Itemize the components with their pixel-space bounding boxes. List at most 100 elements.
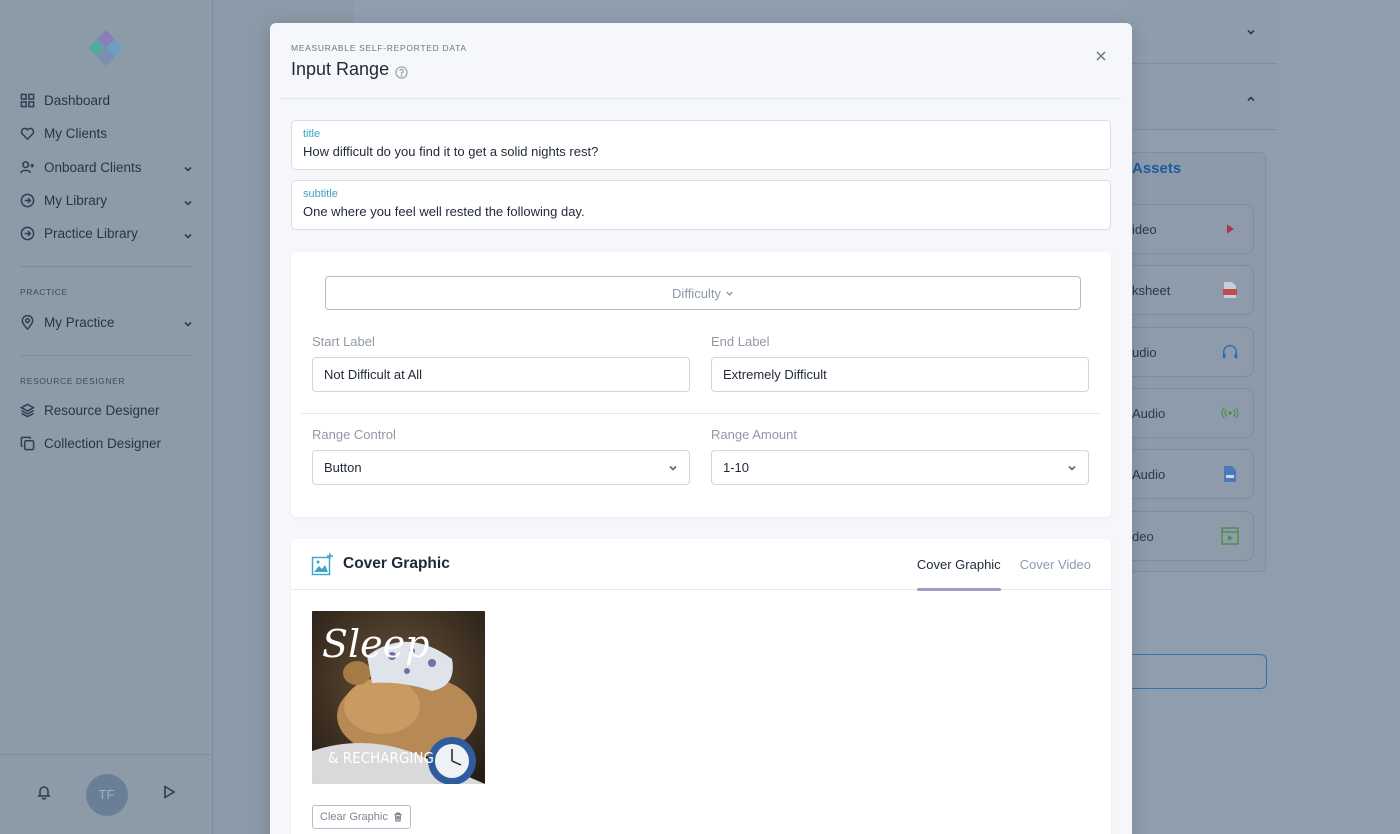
start-label-value: Not Difficult at All: [324, 367, 423, 382]
chevron-down-icon: [669, 465, 677, 471]
scale-dropdown[interactable]: Difficulty: [325, 276, 1081, 310]
subtitle-field-label: subtitle: [303, 188, 338, 200]
start-label-input[interactable]: Not Difficult at All: [312, 357, 690, 392]
cover-graphic-card: Cover Graphic Cover Graphic Cover Video: [291, 539, 1111, 834]
sidebar-item-resource-designer[interactable]: Resource Designer: [0, 394, 213, 427]
sidebar-item-label: My Clients: [44, 126, 108, 142]
avatar[interactable]: TF: [85, 773, 128, 816]
sidebar-item-label: My Library: [44, 193, 108, 209]
audio-file-icon: [1221, 465, 1239, 483]
sidebar-item-onboard-clients[interactable]: Onboard Clients: [0, 151, 213, 184]
clear-graphic-label: Clear Graphic: [320, 811, 388, 823]
asset-item: deo: [1132, 511, 1254, 561]
asset-item: Audio: [1132, 449, 1254, 499]
title-field-value[interactable]: How difficult do you find it to get a so…: [303, 144, 1099, 159]
chevron-down-icon[interactable]: [183, 196, 193, 206]
video-frame-icon: [1221, 527, 1239, 545]
subtitle-field-value[interactable]: One where you feel well rested the follo…: [303, 204, 1099, 219]
divider: [301, 413, 1101, 414]
tab-cover-graphic[interactable]: Cover Graphic: [916, 539, 1001, 591]
range-control-select[interactable]: Button: [312, 450, 690, 485]
asset-item: ideo: [1132, 204, 1254, 254]
arrow-circle-icon: [20, 193, 35, 208]
play-icon[interactable]: [161, 784, 177, 805]
asset-item: udio: [1132, 327, 1254, 377]
asset-label: udio: [1132, 344, 1157, 360]
ai-headphones-icon: [1221, 343, 1239, 361]
sidebar-item-label: My Practice: [44, 314, 115, 330]
copy-icon: [20, 436, 35, 451]
sidebar-item-label: Practice Library: [44, 226, 138, 242]
cover-image-text-2: & RECHARGING: [328, 749, 434, 767]
end-label-value: Extremely Difficult: [723, 367, 827, 382]
sidebar-item-collection-designer[interactable]: Collection Designer: [0, 427, 213, 460]
bell-icon[interactable]: [36, 784, 52, 805]
asset-label: ideo: [1132, 221, 1157, 237]
app-logo[interactable]: [86, 28, 126, 68]
play-icon: [1221, 220, 1239, 238]
map-pin-icon: [20, 314, 35, 330]
modal-title: Input Range: [291, 59, 390, 79]
end-label-caption: End Label: [711, 334, 770, 349]
asset-label: Audio: [1132, 405, 1166, 421]
sidebar: Dashboard My Clients Onboard Clients My …: [0, 0, 213, 834]
cover-graphic-header: Cover Graphic Cover Graphic Cover Video: [291, 539, 1111, 591]
pdf-icon: [1221, 281, 1239, 299]
asset-label: deo: [1132, 528, 1154, 544]
cover-graphic-title: Cover Graphic: [343, 555, 450, 572]
chevron-down-icon[interactable]: [183, 317, 193, 327]
chevron-down-icon: [1068, 465, 1076, 471]
broadcast-icon: [1221, 404, 1239, 422]
asset-label: ksheet: [1132, 282, 1171, 298]
scale-dropdown-value: Difficulty: [672, 285, 721, 301]
background-button: [1132, 654, 1267, 689]
close-icon[interactable]: [1096, 48, 1108, 61]
start-label-caption: Start Label: [312, 334, 375, 349]
clear-graphic-button[interactable]: Clear Graphic: [312, 805, 411, 829]
sidebar-item-my-clients[interactable]: My Clients: [0, 117, 213, 150]
range-control-value: Button: [324, 460, 362, 475]
input-range-modal: MEASURABLE SELF-REPORTED DATA Input Rang…: [270, 23, 1132, 834]
asset-item: Audio: [1132, 388, 1254, 438]
sidebar-item-practice-library[interactable]: Practice Library: [0, 217, 213, 250]
cover-image: Sleep & RECHARGING: [312, 611, 485, 784]
range-control-caption: Range Control: [312, 427, 396, 442]
chevron-down-icon: [726, 291, 733, 296]
assets-title: Assets: [1132, 160, 1182, 177]
subtitle-field[interactable]: subtitle One where you feel well rested …: [291, 180, 1111, 230]
heart-icon: [20, 126, 35, 141]
tab-cover-video[interactable]: Cover Video: [1020, 539, 1091, 590]
user-plus-icon: [20, 160, 35, 175]
arrow-circle-icon: [20, 226, 35, 241]
range-amount-select[interactable]: 1-10: [711, 450, 1089, 485]
section-heading-resource-designer: RESOURCE DESIGNER: [20, 375, 126, 386]
sidebar-item-my-practice[interactable]: My Practice: [0, 305, 213, 338]
sidebar-item-label: Resource Designer: [44, 402, 160, 418]
range-amount-value: 1-10: [723, 460, 750, 475]
sidebar-footer: TF: [0, 754, 213, 834]
title-field[interactable]: title How difficult do you find it to ge…: [291, 120, 1111, 170]
cover-image-text-1: Sleep: [322, 622, 430, 666]
sidebar-item-label: Dashboard: [44, 93, 111, 109]
modal-title-row: Input Range: [291, 59, 1111, 80]
layers-icon: [20, 403, 35, 418]
modal-header: MEASURABLE SELF-REPORTED DATA Input Rang…: [280, 23, 1122, 99]
asset-label: Audio: [1132, 466, 1166, 482]
chevron-down-icon[interactable]: [183, 229, 193, 239]
main-nav: Dashboard My Clients Onboard Clients My …: [0, 84, 213, 460]
chevron-up-icon: [1245, 92, 1257, 104]
section-heading-practice: PRACTICE: [20, 287, 68, 298]
modal-eyebrow: MEASURABLE SELF-REPORTED DATA: [291, 43, 467, 53]
end-label-input[interactable]: Extremely Difficult: [711, 357, 1089, 392]
asset-item: ksheet: [1132, 265, 1254, 315]
image-add-icon: [311, 552, 335, 576]
help-icon[interactable]: [395, 63, 408, 79]
sidebar-item-my-library[interactable]: My Library: [0, 184, 213, 217]
chevron-down-icon: [1245, 25, 1257, 37]
sidebar-item-label: Collection Designer: [44, 436, 162, 452]
trash-icon: [394, 812, 402, 822]
sidebar-item-dashboard[interactable]: Dashboard: [0, 84, 213, 117]
grid-icon: [20, 93, 35, 108]
chevron-down-icon[interactable]: [183, 162, 193, 172]
range-amount-caption: Range Amount: [711, 427, 798, 442]
